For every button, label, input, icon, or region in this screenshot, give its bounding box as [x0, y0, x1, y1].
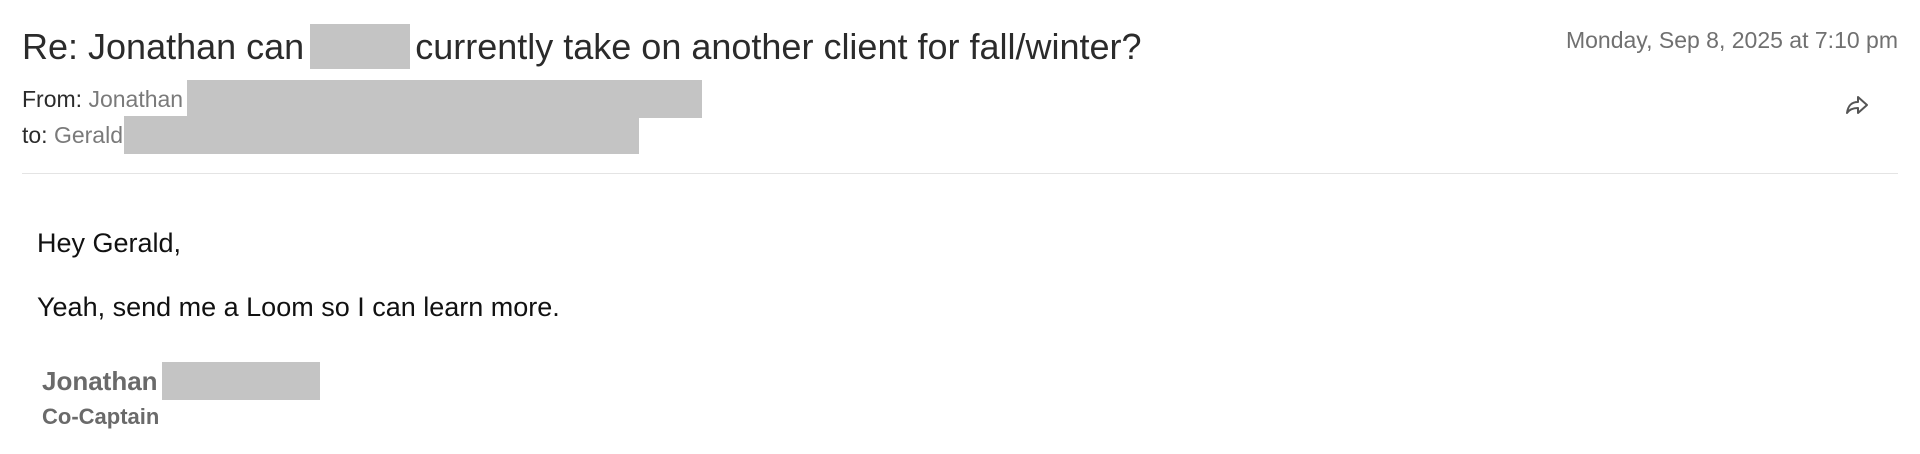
email-signature: Jonathan Co-Captain — [42, 362, 320, 432]
from-label: From: — [22, 86, 83, 113]
to-label: to: — [22, 122, 48, 149]
email-date: Monday, Sep 8, 2025 at 7:10 pm — [1565, 27, 1898, 53]
redacted-sender-email — [187, 80, 703, 118]
redacted-surname — [161, 362, 320, 401]
subject-text-start: Re: Jonathan can — [22, 26, 305, 67]
signature-title: Co-Captain — [42, 404, 160, 430]
signature-name-row: Jonathan — [42, 362, 320, 402]
to-row: to: Gerald — [22, 116, 640, 156]
sender-name[interactable]: Jonathan — [88, 86, 183, 112]
email-view: Re: Jonathan can currently take on anothe… — [0, 0, 1920, 454]
email-subject: Re: Jonathan can currently take on anothe… — [22, 23, 1142, 72]
forward-icon[interactable] — [1844, 94, 1870, 116]
message-text: Yeah, send me a Loom so I can learn more… — [37, 292, 560, 322]
greeting-text: Hey Gerald, — [37, 228, 182, 258]
from-row: From: Jonathan — [22, 80, 703, 120]
email-header: Re: Jonathan can currently take on anothe… — [22, 0, 1898, 174]
recipient-name[interactable]: Gerald — [54, 122, 123, 148]
subject-text-end: currently take on another client for fal… — [415, 26, 1142, 67]
redacted-block — [310, 23, 411, 69]
redacted-recipient-email — [124, 116, 640, 154]
signature-name: Jonathan — [42, 366, 158, 396]
forward-arrow-icon — [1846, 96, 1868, 114]
